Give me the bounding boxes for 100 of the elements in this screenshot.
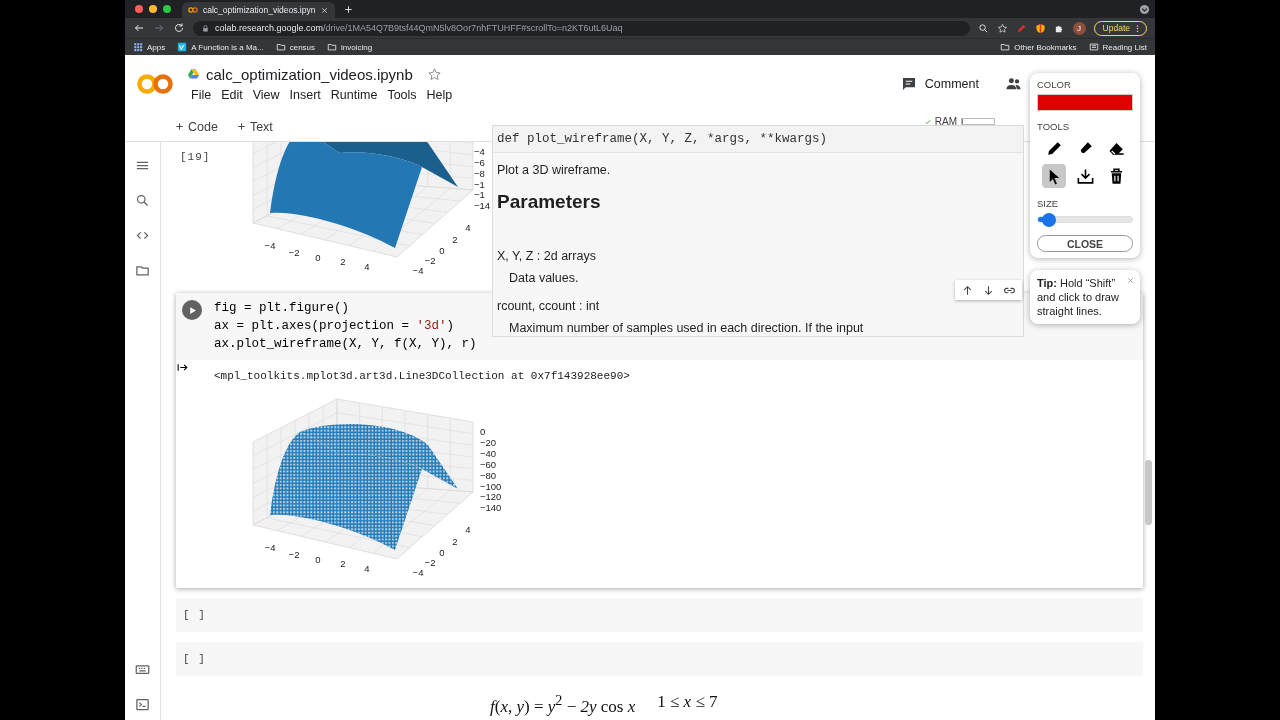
add-cell-button[interactable]: Text	[232, 119, 276, 134]
tick-label: −14	[474, 200, 491, 212]
share-icon[interactable]	[1005, 75, 1022, 92]
tick-label: −80	[480, 469, 497, 481]
tick-label: 4	[465, 222, 471, 233]
tick-label: −2	[424, 255, 436, 266]
bookmark-link[interactable]: invoicing	[327, 42, 373, 52]
tick-label: −40	[480, 447, 497, 459]
tick-label: −2	[288, 247, 300, 258]
search-icon[interactable]	[135, 193, 150, 208]
range-condition: 1 ≤ x ≤ 7	[657, 692, 718, 713]
tick-label: −120	[480, 491, 502, 503]
bookmark-link[interactable]: Apps	[133, 42, 166, 52]
tick-label: −6	[474, 156, 485, 168]
code-line[interactable]: ax.plot_wireframe(X, Y, f(X, Y), r)	[214, 335, 477, 353]
tick-label: 0	[315, 252, 321, 263]
size-slider[interactable]	[1037, 216, 1133, 224]
zoom-icon[interactable]	[977, 22, 989, 34]
tick-label: 2	[340, 558, 346, 569]
execution-count: [19]	[179, 150, 212, 163]
tick-label: −140	[480, 502, 502, 514]
plus-icon	[174, 121, 185, 132]
menu-item[interactable]: Help	[422, 87, 457, 102]
parameter-name: X, Y, Z : 2d arrays	[497, 249, 597, 263]
drive-icon	[187, 68, 200, 80]
ram-label: RAM	[934, 116, 957, 127]
tick-label: 2	[340, 256, 346, 267]
add-cell-button[interactable]: Code	[171, 119, 221, 134]
tick-label: 0	[439, 547, 445, 558]
tick-label: 0	[439, 245, 445, 256]
colab-logo-icon	[188, 5, 198, 15]
pen-extension-icon[interactable]	[1015, 22, 1027, 34]
tab-search-icon[interactable]	[1139, 3, 1150, 15]
keyboard-icon[interactable]	[135, 662, 150, 677]
color-swatch[interactable]	[1037, 94, 1133, 112]
slider-thumb[interactable]	[1042, 213, 1057, 228]
parameter-description: Data values.	[509, 271, 580, 285]
output-text: <mpl_toolkits.mplot3d.art3d.Line3DCollection at 0x7f143928ee90>	[214, 369, 630, 382]
notebook-title[interactable]: calc_optimization_videos.ipynb	[206, 65, 413, 83]
close-button[interactable]: CLOSE	[1037, 235, 1133, 252]
move-up-icon[interactable]	[961, 283, 974, 297]
menu-item[interactable]: Runtime	[326, 87, 382, 102]
bookmark-link[interactable]: A Function is a Ma...	[177, 42, 264, 52]
apps-grid-icon	[133, 42, 143, 52]
star-icon[interactable]	[426, 66, 442, 82]
profile-avatar[interactable]: J	[1072, 21, 1086, 35]
bookmark-star-icon[interactable]	[996, 22, 1008, 34]
files-icon[interactable]	[135, 263, 150, 278]
empty-code-cell[interactable]: [ ]	[176, 642, 1143, 676]
menu-item[interactable]: Edit	[217, 87, 247, 102]
back-icon[interactable]	[133, 22, 145, 34]
tick-label: 4	[364, 261, 370, 272]
menu-item[interactable]: File	[187, 87, 216, 102]
folder-icon	[327, 42, 338, 52]
execution-prompt: [ ]	[182, 609, 206, 621]
tick-label: −2	[424, 557, 436, 568]
address-bar[interactable]: colab.research.google.com/drive/1MA54Q7B9tsf44QmN5lv8Oor7nhFTUHFF#scrollTo=n2KT6utL6Uaq	[193, 20, 970, 36]
bookmark-link[interactable]: Reading List	[1088, 42, 1147, 52]
play-icon	[187, 305, 197, 315]
tick-label: −4	[474, 145, 485, 157]
colab-logo-icon[interactable]	[137, 71, 173, 96]
tick-label: −4	[412, 567, 424, 578]
tool-button[interactable]	[1042, 164, 1066, 189]
tick-label: −4	[412, 265, 424, 276]
code-line[interactable]: fig = plt.figure()	[214, 299, 477, 317]
window-controls-icon[interactable]	[134, 4, 172, 14]
section-label: TOOLS	[1037, 121, 1071, 133]
plus-icon	[235, 121, 247, 132]
shield-extension-icon[interactable]	[1034, 22, 1046, 34]
run-button[interactable]	[182, 300, 202, 320]
close-icon[interactable]	[320, 5, 330, 15]
tick-label: 0	[480, 426, 486, 437]
terminal-icon[interactable]	[135, 697, 150, 712]
lock-icon	[201, 23, 210, 33]
execution-prompt: [ ]	[182, 653, 206, 665]
tick-label: −100	[480, 480, 502, 492]
download-icon	[1075, 166, 1095, 186]
math-formula: f(x, y) = y$^{2}$ − 2y cos x	[490, 692, 636, 717]
reading-list-icon	[1088, 42, 1099, 52]
menu-item[interactable]: Tools	[383, 87, 421, 102]
menu-item[interactable]: View	[248, 87, 284, 102]
output-icon[interactable]	[176, 361, 189, 374]
browser-tab[interactable]: calc_optimization_videos.ipyn	[182, 2, 336, 18]
comment-button[interactable]: Comment	[894, 74, 985, 93]
tick-label: −1	[474, 178, 485, 190]
section-label: SIZE	[1037, 198, 1060, 210]
reload-icon[interactable]	[173, 22, 185, 34]
code-line[interactable]: ax = plt.axes(projection = '3d')	[214, 317, 477, 335]
bookmark-link[interactable]: census	[275, 42, 316, 52]
empty-code-cell[interactable]: [ ]	[176, 598, 1143, 632]
bookmark-link[interactable]: Other Bookmarks	[1000, 42, 1077, 52]
scrollbar-thumb[interactable]	[1145, 460, 1152, 525]
tick-label: −20	[480, 436, 497, 448]
new-tab-icon[interactable]	[343, 3, 355, 15]
tick-label: 4	[465, 524, 471, 535]
move-down-icon[interactable]	[982, 283, 995, 297]
folder-icon	[1000, 42, 1011, 52]
menu-item[interactable]: Insert	[285, 87, 325, 102]
parameter-description: Maximum number of samples used in each direction. If the input	[509, 321, 865, 335]
function-signature: def plot_wireframe(X, Y, Z, *args, **kwargs)	[493, 126, 1023, 153]
